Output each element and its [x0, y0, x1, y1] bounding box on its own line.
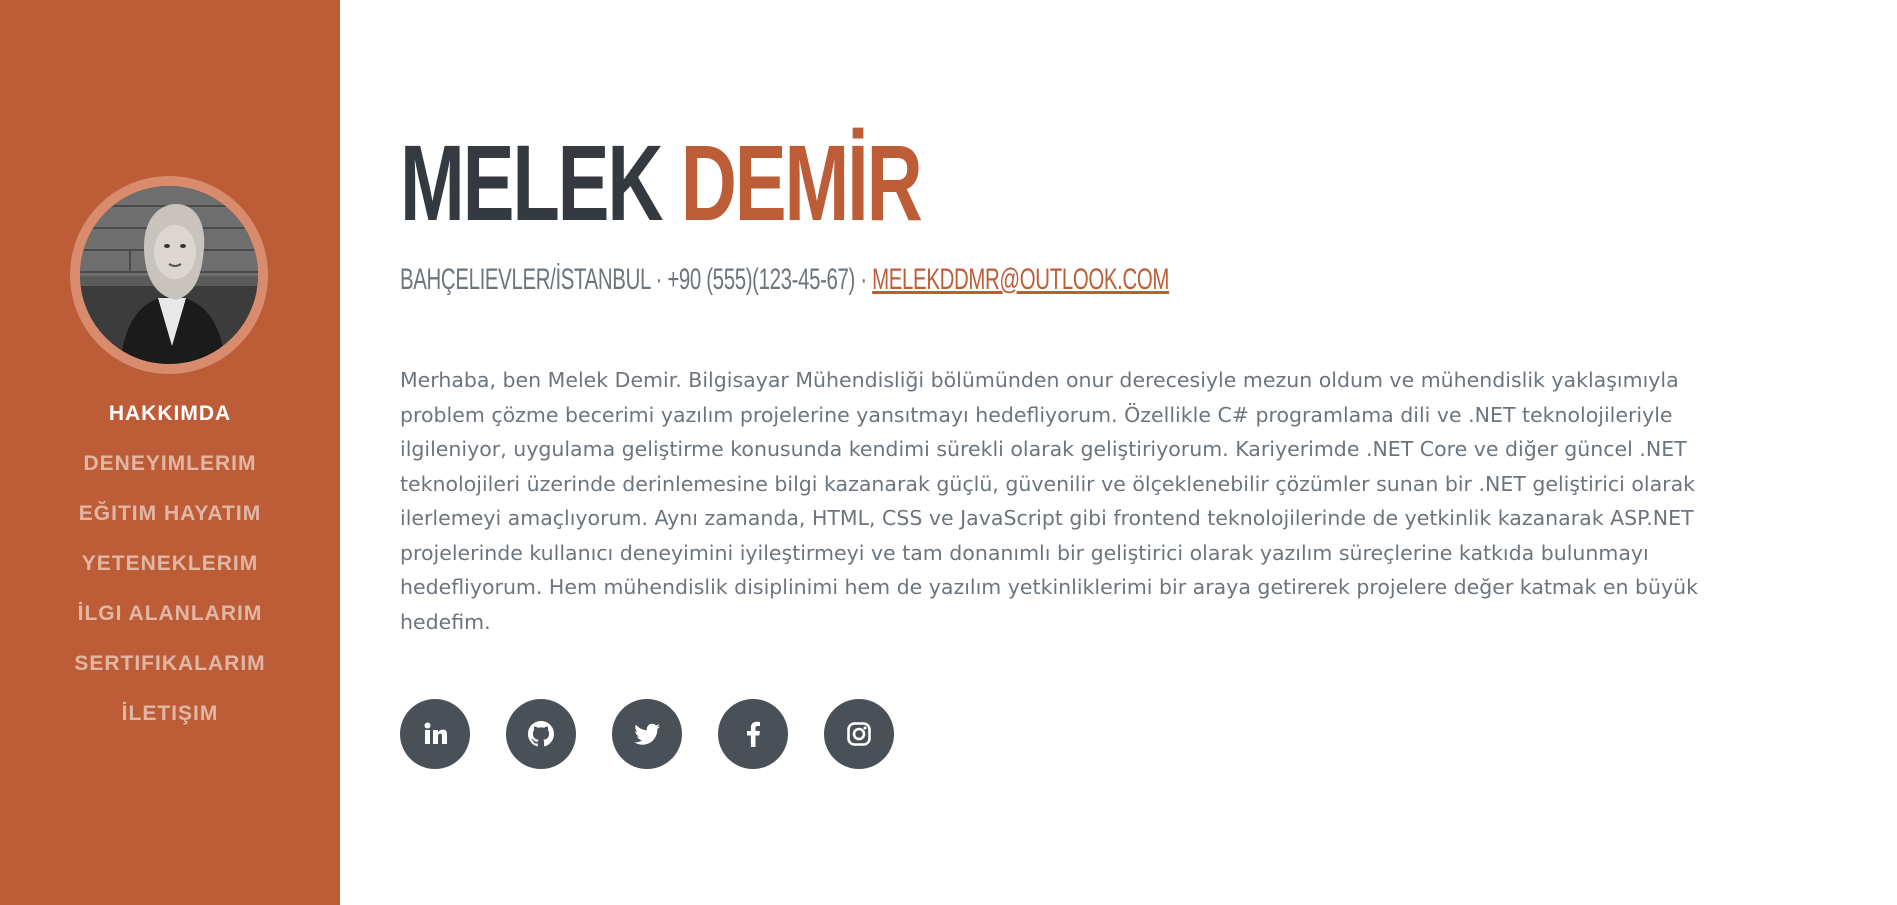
- page-title: MELEK DEMİR: [400, 128, 923, 238]
- page: HAKKIMDA DENEYIMLERIM EĞITIM HAYATIM YET…: [0, 0, 1897, 905]
- contact-line: BAHÇELIEVLER/İSTANBUL · +90 (555)(123-45…: [400, 262, 1169, 298]
- email-link[interactable]: MELEKDDMR@OUTLOOK.COM: [872, 263, 1169, 296]
- facebook-button[interactable]: [718, 699, 788, 769]
- github-icon: [528, 721, 554, 747]
- nav-item-deneyimlerim[interactable]: DENEYIMLERIM: [0, 446, 340, 496]
- about-text: Merhaba, ben Melek Demir. Bilgisayar Müh…: [400, 368, 1698, 634]
- last-name: DEMİR: [680, 122, 923, 243]
- sidebar: HAKKIMDA DENEYIMLERIM EĞITIM HAYATIM YET…: [0, 0, 340, 905]
- avatar-ring: [70, 176, 268, 374]
- profile-photo: [80, 186, 258, 364]
- nav-item-ilgi-alanlarim[interactable]: İLGI ALANLARIM: [0, 596, 340, 646]
- github-button[interactable]: [506, 699, 576, 769]
- first-name: MELEK: [400, 122, 664, 243]
- facebook-icon: [747, 721, 760, 747]
- linkedin-button[interactable]: [400, 699, 470, 769]
- nav-item-sertifikalarim[interactable]: SERTIFIKALARIM: [0, 646, 340, 696]
- avatar[interactable]: [80, 186, 258, 364]
- nav-item-hakkimda[interactable]: HAKKIMDA: [0, 396, 340, 446]
- twitter-button[interactable]: [612, 699, 682, 769]
- nav-item-yeteneklerim[interactable]: YETENEKLERIM: [0, 546, 340, 596]
- sidebar-nav: HAKKIMDA DENEYIMLERIM EĞITIM HAYATIM YET…: [0, 396, 340, 746]
- nav-item-egitim-hayatim[interactable]: EĞITIM HAYATIM: [0, 496, 340, 546]
- linkedin-icon: [424, 722, 447, 744]
- location-phone: BAHÇELIEVLER/İSTANBUL · +90 (555)(123-45…: [400, 263, 873, 296]
- twitter-icon: [634, 723, 660, 745]
- instagram-button[interactable]: [824, 699, 894, 769]
- instagram-icon: [847, 722, 871, 746]
- nav-item-iletisim[interactable]: İLETIŞIM: [0, 696, 340, 746]
